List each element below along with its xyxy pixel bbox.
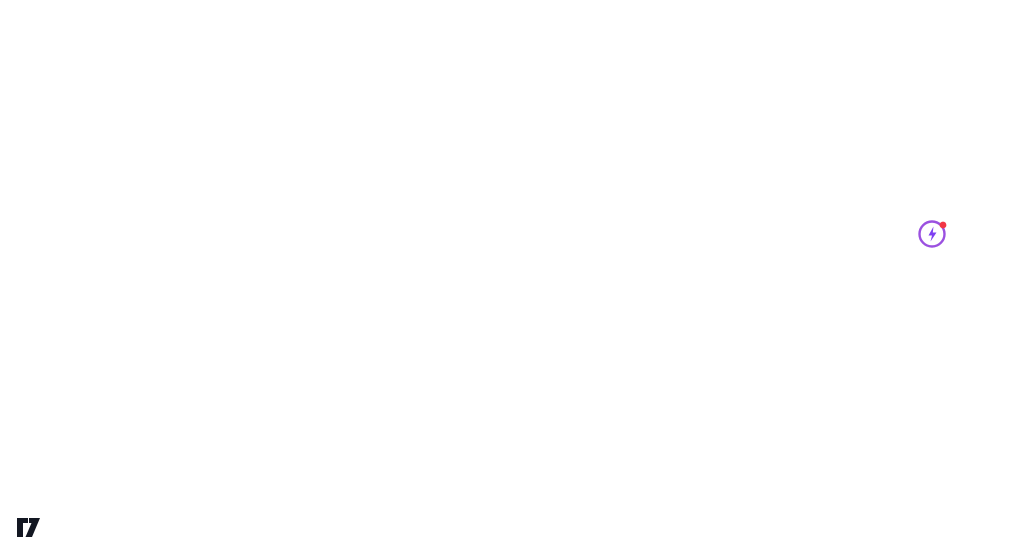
macd-legend-row[interactable] <box>30 371 51 385</box>
chart-canvas[interactable] <box>0 0 1024 547</box>
rsi-legend-row[interactable] <box>30 252 44 266</box>
lightning-boost-icon[interactable] <box>916 217 950 251</box>
symbol-legend-row[interactable] <box>30 11 65 25</box>
tradingview-chart-window <box>0 0 1024 547</box>
time-axis[interactable] <box>0 483 962 502</box>
volume-legend-row[interactable] <box>30 28 37 42</box>
tradingview-logo[interactable] <box>16 517 48 539</box>
price-axis[interactable] <box>962 0 1024 502</box>
tradingview-glyph-icon <box>17 518 40 537</box>
